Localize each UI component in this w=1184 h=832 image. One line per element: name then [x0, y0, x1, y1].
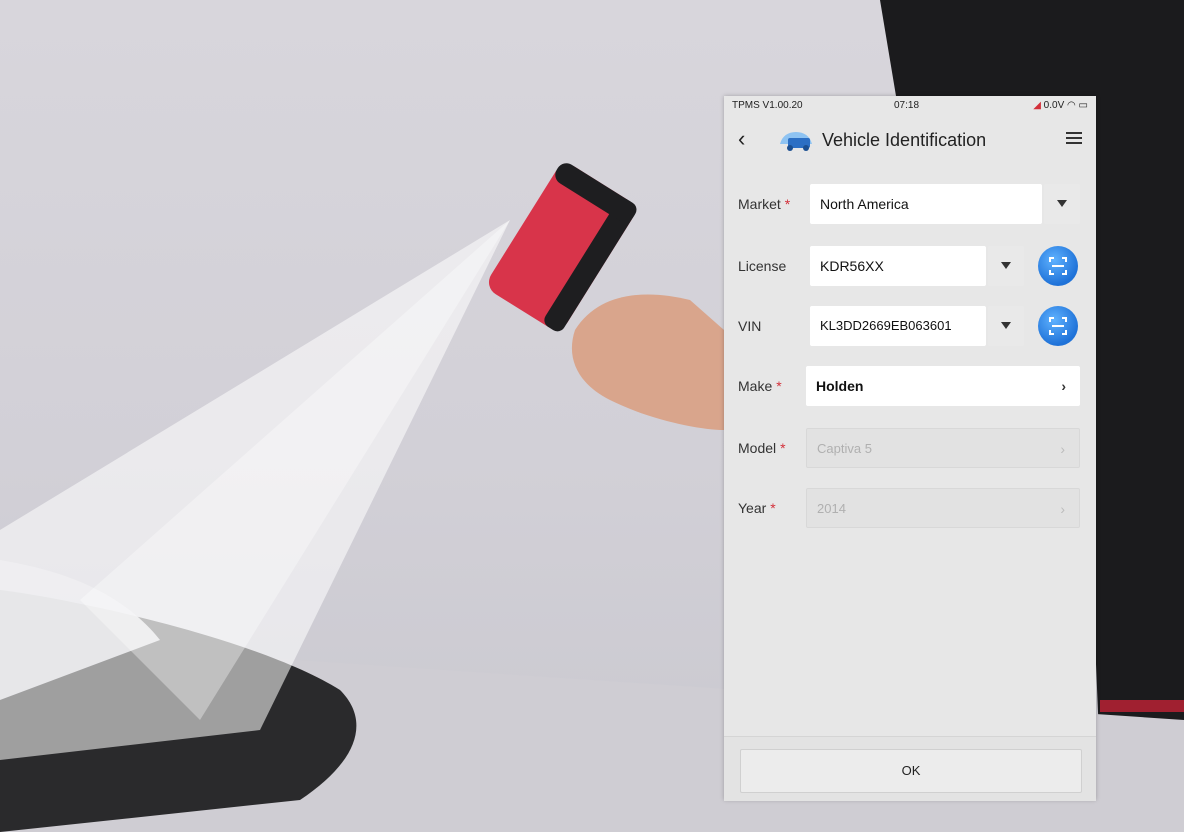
menu-icon: [1066, 132, 1082, 144]
vin-label: VIN: [738, 318, 762, 334]
required-mark: *: [780, 440, 786, 456]
status-indicators: ◢ 0.0V ◠ ▭: [1033, 100, 1088, 111]
market-label: Market *: [738, 196, 791, 212]
tpms-car-icon: [780, 132, 812, 151]
voltage-readout: 0.0V: [1043, 100, 1065, 111]
vin-dropdown-button[interactable]: [988, 306, 1024, 346]
make-label: Make *: [738, 378, 782, 394]
year-value: 2014: [817, 501, 846, 516]
required-mark: *: [784, 196, 791, 212]
license-dropdown-button[interactable]: [988, 246, 1024, 286]
chevron-right-icon: ›: [1060, 501, 1065, 517]
required-mark: *: [770, 500, 776, 516]
market-dropdown-button[interactable]: [1044, 184, 1080, 224]
chevron-left-icon: ‹: [738, 126, 746, 151]
scan-icon: [1049, 257, 1067, 275]
license-value: KDR56XX: [820, 258, 884, 274]
menu-button[interactable]: [1066, 132, 1082, 148]
make-selector[interactable]: Holden ›: [806, 366, 1080, 406]
title-bar: ‹ Vehicle Identification: [724, 118, 1096, 162]
app-version: TPMS V1.00.20: [732, 100, 803, 111]
person-sleeve-stripe: [1100, 700, 1184, 712]
signal-icon: ◢: [1033, 100, 1041, 111]
license-scan-button[interactable]: [1038, 246, 1078, 286]
model-label: Model *: [738, 440, 786, 456]
scan-icon: [1049, 317, 1067, 335]
market-value: North America: [820, 196, 909, 212]
vehicle-identification-screen: TPMS V1.00.20 07:18 ◢ 0.0V ◠ ▭ ‹ Vehicle…: [724, 96, 1096, 801]
make-value: Holden: [816, 378, 864, 394]
chevron-right-icon: ›: [1060, 441, 1065, 457]
license-input[interactable]: KDR56XX: [810, 246, 986, 286]
vin-value: KL3DD2669EB063601: [820, 318, 952, 333]
model-selector[interactable]: Captiva 5 ›: [806, 428, 1080, 468]
year-selector[interactable]: 2014 ›: [806, 488, 1080, 528]
battery-icon: ▭: [1078, 100, 1088, 111]
status-time: 07:18: [894, 100, 920, 111]
vin-input[interactable]: KL3DD2669EB063601: [810, 306, 986, 346]
hand: [571, 294, 724, 430]
year-label: Year *: [738, 500, 776, 516]
chevron-down-icon: [1001, 322, 1011, 329]
required-mark: *: [776, 378, 782, 394]
back-button[interactable]: ‹: [738, 128, 758, 150]
page-title: Vehicle Identification: [822, 130, 987, 150]
chevron-down-icon: [1057, 200, 1067, 207]
footer-bar: OK: [724, 736, 1096, 801]
model-value: Captiva 5: [817, 441, 872, 456]
ok-button[interactable]: OK: [740, 749, 1082, 793]
chevron-right-icon: ›: [1061, 378, 1066, 394]
vin-scan-button[interactable]: [1038, 306, 1078, 346]
wifi-icon: ◠: [1067, 100, 1076, 111]
status-bar: TPMS V1.00.20 07:18 ◢ 0.0V ◠ ▭: [724, 96, 1096, 116]
market-field[interactable]: North America: [810, 184, 1042, 224]
chevron-down-icon: [1001, 262, 1011, 269]
license-label: License: [738, 258, 787, 274]
